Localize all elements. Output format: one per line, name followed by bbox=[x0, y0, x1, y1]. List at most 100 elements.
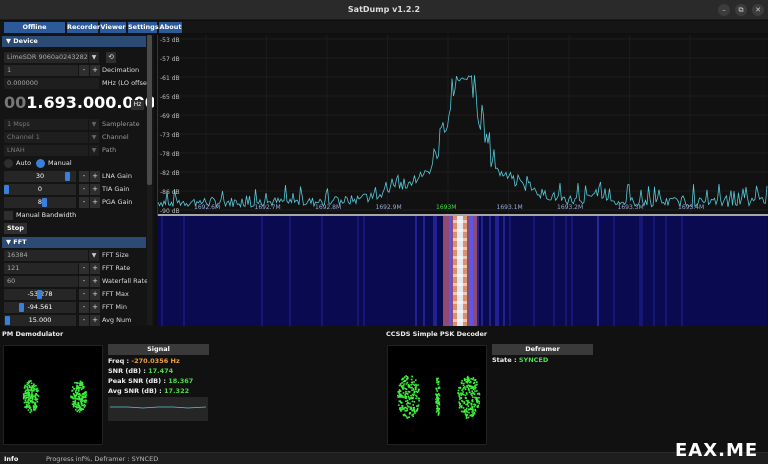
constellation-point bbox=[437, 397, 439, 399]
fft-min-minus-button[interactable]: - bbox=[79, 302, 89, 313]
constellation-point bbox=[461, 392, 463, 395]
decimation-input[interactable]: 1 bbox=[4, 65, 78, 76]
snr-history-svg bbox=[110, 406, 207, 409]
channel-select[interactable]: Channel 1 bbox=[4, 132, 88, 143]
close-button[interactable]: ✕ bbox=[752, 4, 764, 16]
sdr-select[interactable]: LimeSDR 9060a02432822 bbox=[4, 52, 88, 63]
lo-offset-input[interactable]: 0.000000 bbox=[4, 78, 99, 89]
waterfall-display[interactable] bbox=[157, 216, 767, 326]
waterfall-column bbox=[451, 216, 453, 326]
fft-size-select[interactable]: 16384 bbox=[4, 250, 88, 261]
spectrum-plot[interactable]: 1692.6M 1692.7M 1692.8M 1692.9M 1693M 1693.1M… bbox=[157, 35, 768, 216]
chevron-down-icon[interactable]: ▼ bbox=[89, 145, 99, 156]
constellation-point bbox=[457, 389, 460, 392]
lo-offset-label: MHz (LO offset) bbox=[102, 79, 148, 87]
constellation-point bbox=[417, 405, 419, 408]
fft-rate-plus-button[interactable]: + bbox=[90, 263, 100, 274]
chevron-down-icon[interactable]: ▼ bbox=[89, 119, 99, 130]
fft-rate-input[interactable]: 121 bbox=[4, 263, 78, 274]
manual-bandwidth-checkbox[interactable] bbox=[4, 211, 13, 220]
slider-grab[interactable] bbox=[37, 290, 42, 299]
tab-recorder[interactable]: Recorder bbox=[67, 22, 100, 33]
refresh-button[interactable]: ⟲ bbox=[106, 52, 116, 63]
fft-min-slider[interactable]: -94.561 bbox=[4, 302, 76, 313]
constellation-point bbox=[402, 392, 405, 394]
maximize-button[interactable]: ⧉ bbox=[735, 4, 747, 16]
chevron-down-icon[interactable]: ▼ bbox=[89, 250, 99, 261]
scrollbar-thumb[interactable] bbox=[147, 35, 152, 185]
tab-settings[interactable]: Settings bbox=[128, 22, 159, 33]
constellation-point bbox=[74, 382, 76, 384]
constellation-point bbox=[470, 403, 473, 406]
constellation-point bbox=[74, 398, 77, 400]
tab-viewer[interactable]: Viewer bbox=[100, 22, 126, 33]
constellation-point bbox=[435, 411, 438, 413]
frequency-display[interactable]: 001.693.000.000 Hz bbox=[4, 93, 154, 115]
fft-max-slider[interactable]: -53.278 bbox=[4, 289, 76, 300]
path-select[interactable]: LNAH bbox=[4, 145, 88, 156]
signal-button[interactable]: Signal bbox=[108, 344, 209, 355]
decimation-plus-button[interactable]: + bbox=[90, 65, 100, 76]
device-header[interactable]: ▼ Device bbox=[2, 36, 146, 47]
samplerate-select[interactable]: 1 Msps bbox=[4, 119, 88, 130]
constellation-point bbox=[462, 407, 465, 409]
manual-radio[interactable] bbox=[36, 159, 45, 168]
slider-grab[interactable] bbox=[42, 198, 48, 207]
minimize-button[interactable]: – bbox=[718, 4, 730, 16]
tia-minus-button[interactable]: - bbox=[79, 184, 89, 195]
deframer-button[interactable]: Deframer bbox=[492, 344, 593, 355]
constellation-point bbox=[436, 379, 438, 382]
fft-header[interactable]: ▼ FFT bbox=[2, 237, 146, 248]
slider-grab[interactable] bbox=[4, 185, 9, 194]
constellation-point bbox=[23, 393, 25, 395]
constellation-point bbox=[472, 388, 475, 391]
constellation-point bbox=[73, 388, 76, 390]
constellation-point bbox=[82, 396, 84, 399]
pga-plus-button[interactable]: + bbox=[90, 197, 100, 208]
freq-readout: Freq : -270.0356 Hz bbox=[108, 357, 180, 365]
waterfall-rate-minus-button[interactable]: - bbox=[79, 276, 89, 287]
watermark-logo: EAX.ME bbox=[675, 440, 759, 461]
waterfall-column bbox=[433, 216, 435, 326]
fft-min-plus-button[interactable]: + bbox=[90, 302, 100, 313]
avg-num-minus-button[interactable]: - bbox=[79, 315, 89, 326]
chevron-down-icon[interactable]: ▼ bbox=[89, 52, 99, 63]
lna-minus-button[interactable]: - bbox=[79, 171, 89, 182]
waterfall-band bbox=[453, 310, 467, 313]
tab-about[interactable]: About bbox=[159, 22, 182, 33]
tab-offline-processing[interactable]: Offline processing bbox=[4, 22, 65, 42]
fft-max-plus-button[interactable]: + bbox=[90, 289, 100, 300]
fft-max-minus-button[interactable]: - bbox=[79, 289, 89, 300]
constellation-point bbox=[397, 396, 399, 398]
constellation-point bbox=[78, 382, 80, 384]
db-tick-label: -82 dB bbox=[160, 170, 180, 177]
fft-min-value: -94.561 bbox=[27, 303, 53, 311]
slider-grab[interactable] bbox=[5, 316, 11, 325]
slider-grab[interactable] bbox=[64, 172, 70, 181]
tia-gain-slider[interactable]: 0 bbox=[4, 184, 76, 195]
constellation-point bbox=[466, 403, 468, 406]
fft-rate-minus-button[interactable]: - bbox=[79, 263, 89, 274]
constellation-point bbox=[35, 385, 37, 387]
waterfall-column bbox=[461, 216, 463, 326]
slider-grab[interactable] bbox=[18, 303, 24, 312]
decimation-minus-button[interactable]: - bbox=[79, 65, 89, 76]
tia-plus-button[interactable]: + bbox=[90, 184, 100, 195]
avg-num-slider[interactable]: 15.000 bbox=[4, 315, 76, 326]
auto-radio[interactable] bbox=[4, 159, 13, 168]
panel-scrollbar[interactable] bbox=[147, 35, 152, 325]
chevron-down-icon[interactable]: ▼ bbox=[89, 132, 99, 143]
avg-num-plus-button[interactable]: + bbox=[90, 315, 100, 326]
constellation-point bbox=[476, 383, 478, 386]
stop-button[interactable]: Stop bbox=[4, 223, 27, 234]
constellation-point bbox=[468, 391, 471, 393]
waterfall-rate-plus-button[interactable]: + bbox=[90, 276, 100, 287]
constellation-point bbox=[437, 383, 439, 386]
lna-gain-slider[interactable]: 30 bbox=[4, 171, 76, 182]
pga-minus-button[interactable]: - bbox=[79, 197, 89, 208]
lna-plus-button[interactable]: + bbox=[90, 171, 100, 182]
constellation-point bbox=[74, 399, 77, 402]
constellation-point bbox=[463, 378, 466, 380]
waterfall-rate-input[interactable]: 60 bbox=[4, 276, 78, 287]
pga-gain-slider[interactable]: 8 bbox=[4, 197, 76, 208]
